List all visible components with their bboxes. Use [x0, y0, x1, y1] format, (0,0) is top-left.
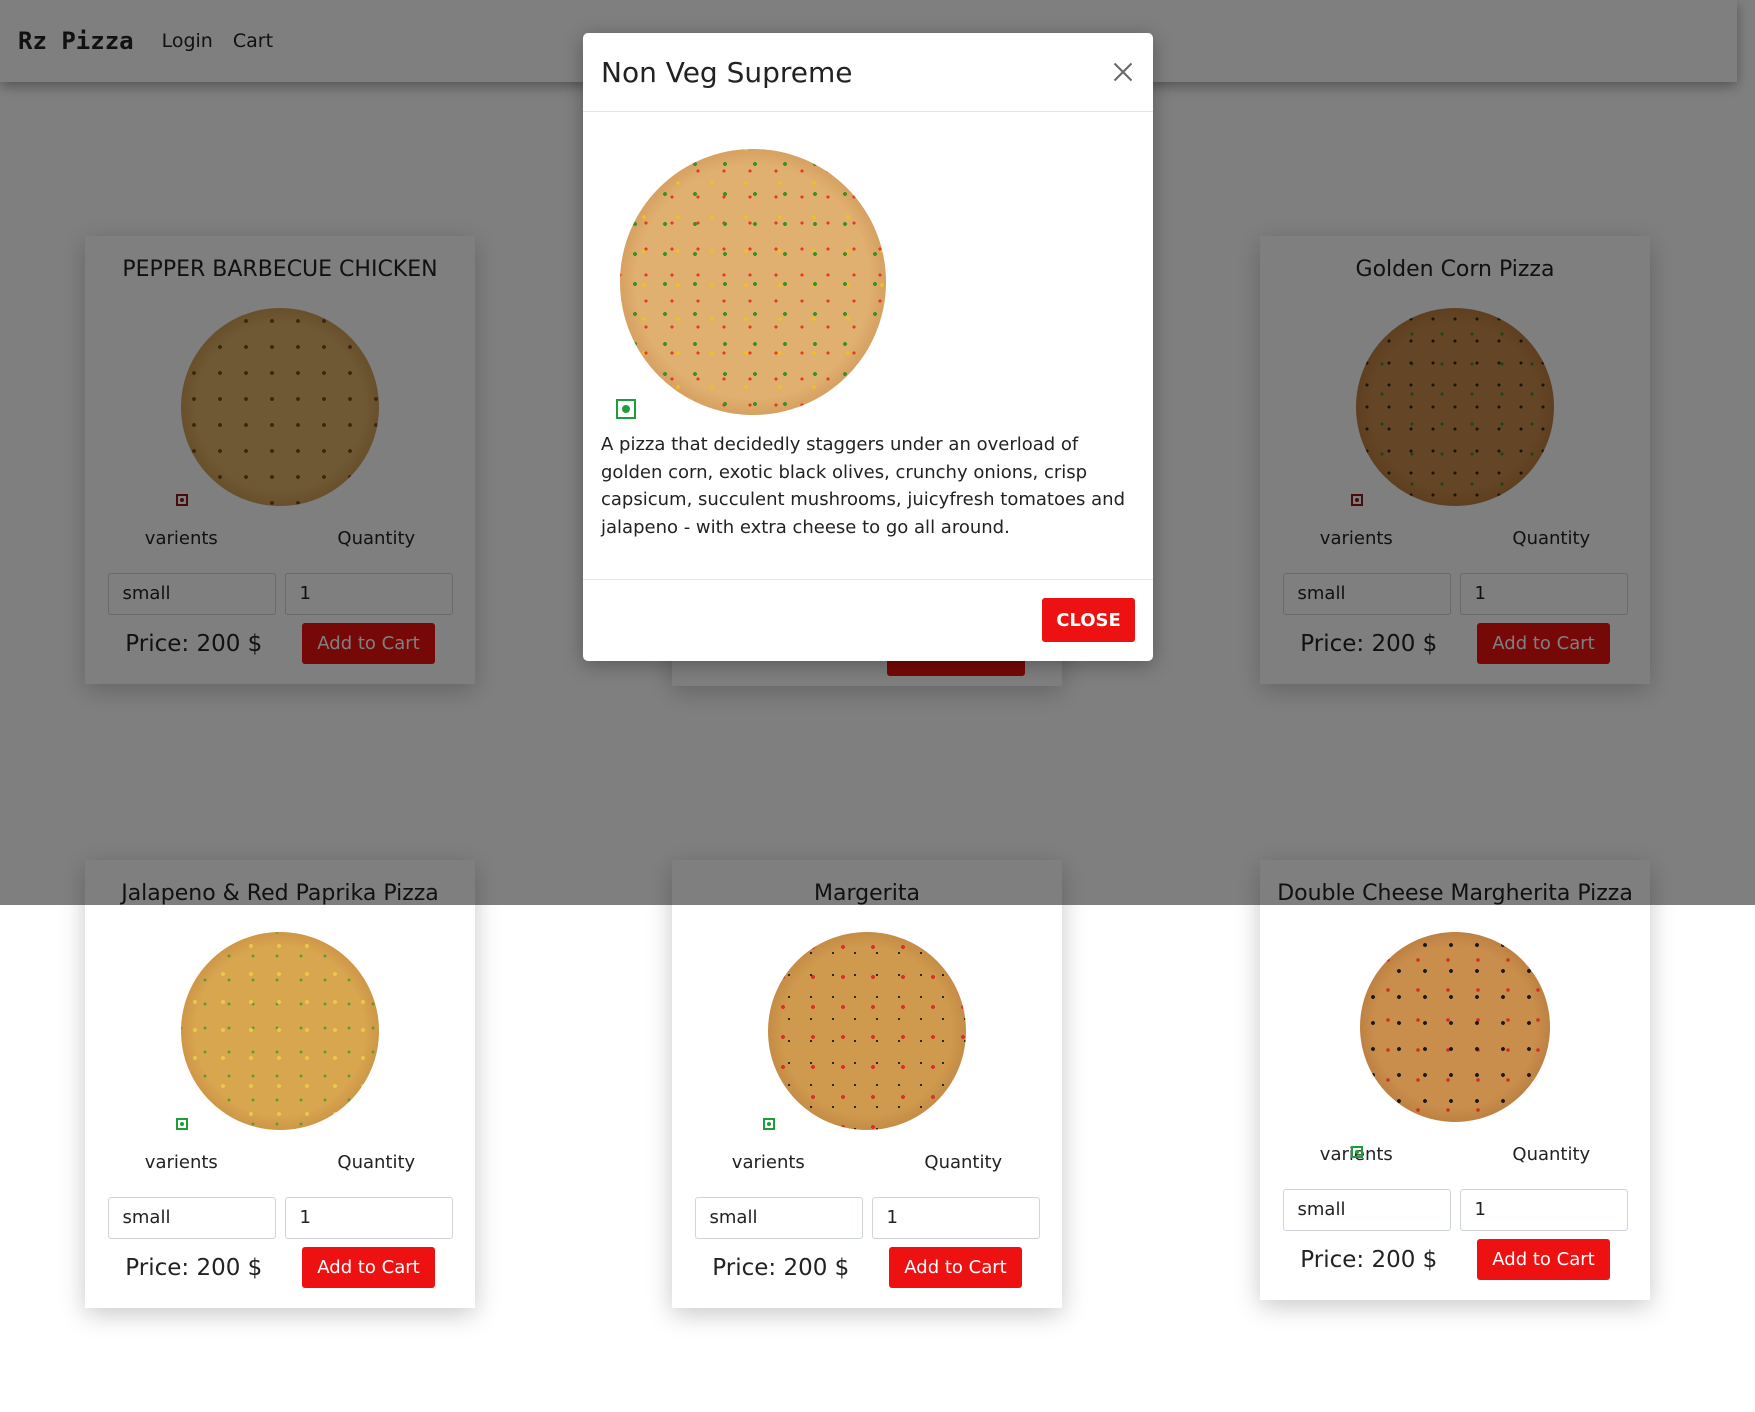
variant-select[interactable]: small	[107, 1197, 276, 1239]
quantity-label: Quantity	[1512, 1144, 1591, 1165]
price-text: Price: 200 $	[712, 1254, 850, 1281]
card-footer: Price: 200 $ Add to Cart	[672, 1247, 1062, 1288]
pizza-image[interactable]	[1360, 932, 1550, 1122]
quantity-select[interactable]: 1	[871, 1197, 1040, 1239]
veg-indicator-icon	[176, 1118, 188, 1130]
veg-indicator-icon	[763, 1118, 775, 1130]
card-labels: varients Quantity	[1260, 1144, 1650, 1165]
modal-header: Non Veg Supreme	[583, 33, 1153, 112]
price-text: Price: 200 $	[1300, 1246, 1438, 1273]
variant-select[interactable]: small	[1282, 1189, 1451, 1231]
veg-indicator-icon	[1351, 1146, 1363, 1158]
pizza-image[interactable]	[181, 932, 379, 1130]
pizza-image[interactable]	[768, 932, 966, 1130]
modal-footer: CLOSE	[583, 579, 1153, 662]
card-inputs: small 1	[672, 1197, 1062, 1239]
quantity-label: Quantity	[924, 1152, 1003, 1173]
pizza-card: Margerita varients Quantity small 1 Pric…	[672, 860, 1062, 1308]
price-text: Price: 200 $	[125, 1254, 263, 1281]
modal-description: A pizza that decidedly staggers under an…	[601, 434, 1126, 538]
add-to-cart-button[interactable]: Add to Cart	[1477, 1239, 1610, 1280]
variants-label: varients	[731, 1152, 805, 1173]
pizza-card: Jalapeno & Red Paprika Pizza varients Qu…	[85, 860, 475, 1308]
pizza-detail-modal: Non Veg Supreme A pizza that decidedly s…	[583, 33, 1153, 661]
quantity-label: Quantity	[337, 1152, 416, 1173]
card-labels: varients Quantity	[85, 1152, 475, 1173]
card-labels: varients Quantity	[672, 1152, 1062, 1173]
modal-title: Non Veg Supreme	[601, 55, 853, 89]
pizza-card: Double Cheese Margherita Pizza varients …	[1260, 860, 1650, 1300]
quantity-select[interactable]: 1	[284, 1197, 453, 1239]
variants-label: varients	[144, 1152, 218, 1173]
card-inputs: small 1	[85, 1197, 475, 1239]
close-icon[interactable]	[1111, 60, 1135, 84]
add-to-cart-button[interactable]: Add to Cart	[302, 1247, 435, 1288]
variant-select[interactable]: small	[694, 1197, 863, 1239]
veg-indicator-icon	[616, 399, 636, 419]
card-inputs: small 1	[1260, 1189, 1650, 1231]
add-to-cart-button[interactable]: Add to Cart	[889, 1247, 1022, 1288]
modal-pizza-image	[620, 149, 886, 415]
close-button[interactable]: CLOSE	[1042, 598, 1135, 642]
quantity-select[interactable]: 1	[1459, 1189, 1628, 1231]
card-footer: Price: 200 $ Add to Cart	[1260, 1239, 1650, 1280]
card-footer: Price: 200 $ Add to Cart	[85, 1247, 475, 1288]
